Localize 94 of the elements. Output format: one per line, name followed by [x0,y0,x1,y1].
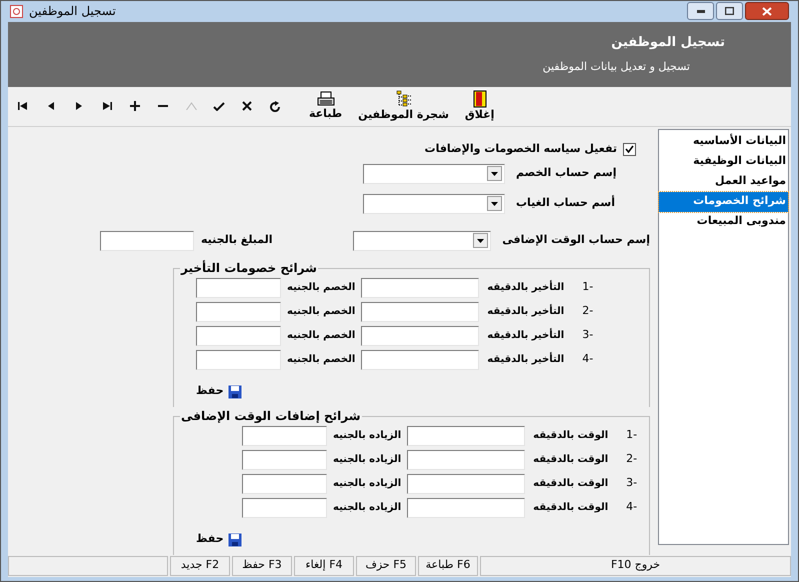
field-label: الخصم بالجنيه [287,328,356,343]
status-panel: طباعة F6 [418,556,478,576]
first-record-icon [18,102,28,110]
minimize-button[interactable] [687,2,714,20]
input-field[interactable] [242,426,327,446]
row-number: 3- [626,475,638,492]
dropdown-arrow-icon [491,202,498,206]
group-title: شرائح خصومات التأخير [180,260,318,276]
app-icon [10,4,23,18]
input-field[interactable] [196,350,281,370]
input-field[interactable] [407,450,526,470]
field-label: الوقت بالدقيقه [533,500,608,515]
door-icon [472,90,487,108]
printer-icon [316,91,335,108]
input-field[interactable] [242,498,327,518]
input-field[interactable] [100,230,194,251]
minus-icon [158,105,168,108]
input-field[interactable] [361,302,480,322]
field-label: إسم حساب الوقت الإضافى [502,232,650,248]
field-label: الوقت بالدقيقه [533,476,608,491]
row-number: 4- [582,351,594,368]
last-record-icon [102,102,112,110]
input-field[interactable] [361,278,480,298]
close-icon [242,101,252,112]
dropdown-arrow-icon [477,238,484,243]
row-number: 4- [626,499,638,516]
close-icon [762,6,772,16]
save-link[interactable]: حفظ [196,531,224,548]
input-field[interactable] [242,450,327,470]
field-label: الوقت بالدقيقه [533,452,608,467]
plus-icon [130,101,140,112]
maximize-icon [725,7,734,16]
row-number: 1- [582,279,594,296]
input-field[interactable] [242,474,327,494]
policy-checkbox[interactable] [623,143,636,156]
input-field[interactable] [361,350,480,370]
input-field[interactable] [196,326,281,346]
row-number: 2- [626,451,638,468]
section-list-item[interactable]: شرائح الخصومات [659,192,788,212]
dropdown[interactable] [353,230,492,251]
field-label: الوقت بالدقيقه [533,428,608,443]
field-label: الزياده بالجنيه [333,452,402,467]
input-field[interactable] [407,474,526,494]
status-panel: حزف F5 [356,556,416,576]
header-title: تسجيل الموظفين [611,34,725,52]
check-icon [625,145,634,154]
row-number: 1- [626,427,638,444]
field-label: التأخير بالدقيقه [487,280,564,295]
section-list-item[interactable]: البيانات الوظيفية [659,152,788,172]
tree-icon [394,90,413,108]
close-button[interactable] [745,2,789,20]
input-field[interactable] [196,302,281,322]
dropdown[interactable] [363,164,505,184]
status-panel: جديد F2 [170,556,230,576]
field-label: الزياده بالجنيه [333,476,402,491]
section-list-item[interactable]: البيانات الأساسيه [659,132,788,152]
status-panel: حفظ F3 [232,556,292,576]
dropdown[interactable] [363,194,505,214]
minimize-icon [696,10,704,13]
row-number: 3- [582,327,594,344]
previous-icon [48,102,54,110]
field-label: التأخير بالدقيقه [487,352,564,367]
section-list-item[interactable]: مندوبى المبيعات [659,212,788,232]
field-label: المبلغ بالجنيه [201,232,273,248]
field-label: الزياده بالجنيه [333,428,402,443]
window-title: تسجيل الموظفين [29,3,116,20]
header-subtitle: تسجيل و تعديل بيانات الموظفين [542,58,690,75]
maximize-button[interactable] [716,2,743,20]
field-label: التأخير بالدقيقه [487,328,564,343]
field-label: الخصم بالجنيه [287,280,356,295]
save-link[interactable]: حفظ [196,383,224,400]
refresh-icon [270,100,280,112]
field-label: الزياده بالجنيه [333,500,402,515]
input-field[interactable] [196,278,281,298]
section-list-item[interactable]: مواعيد العمل [659,172,788,192]
next-icon [76,102,82,110]
field-label: إسم حساب الخصم [516,165,616,182]
tree-button[interactable]: شجرة الموظفين [358,90,449,122]
field-label: الخصم بالجنيه [287,304,356,319]
field-label: الخصم بالجنيه [287,352,356,367]
input-field[interactable] [407,426,526,446]
dropdown-arrow-icon [491,172,498,176]
status-panel: F10 خروج [480,556,791,576]
input-field[interactable] [407,498,526,518]
row-number: 2- [582,303,594,320]
input-field[interactable] [361,326,480,346]
field-label: أسم حساب الغياب [516,195,615,212]
check-icon [213,102,225,111]
close-button[interactable]: إغلاق [464,90,494,122]
checkbox-label: تفعيل سياسه الخصومات والإضافات [424,141,617,158]
group-title: شرائح إضافات الوقت الإضافى [180,408,362,424]
status-panel: إلغاء F4 [294,556,354,576]
print-button[interactable]: طباعة [309,91,342,122]
field-label: التأخير بالدقيقه [487,304,564,319]
